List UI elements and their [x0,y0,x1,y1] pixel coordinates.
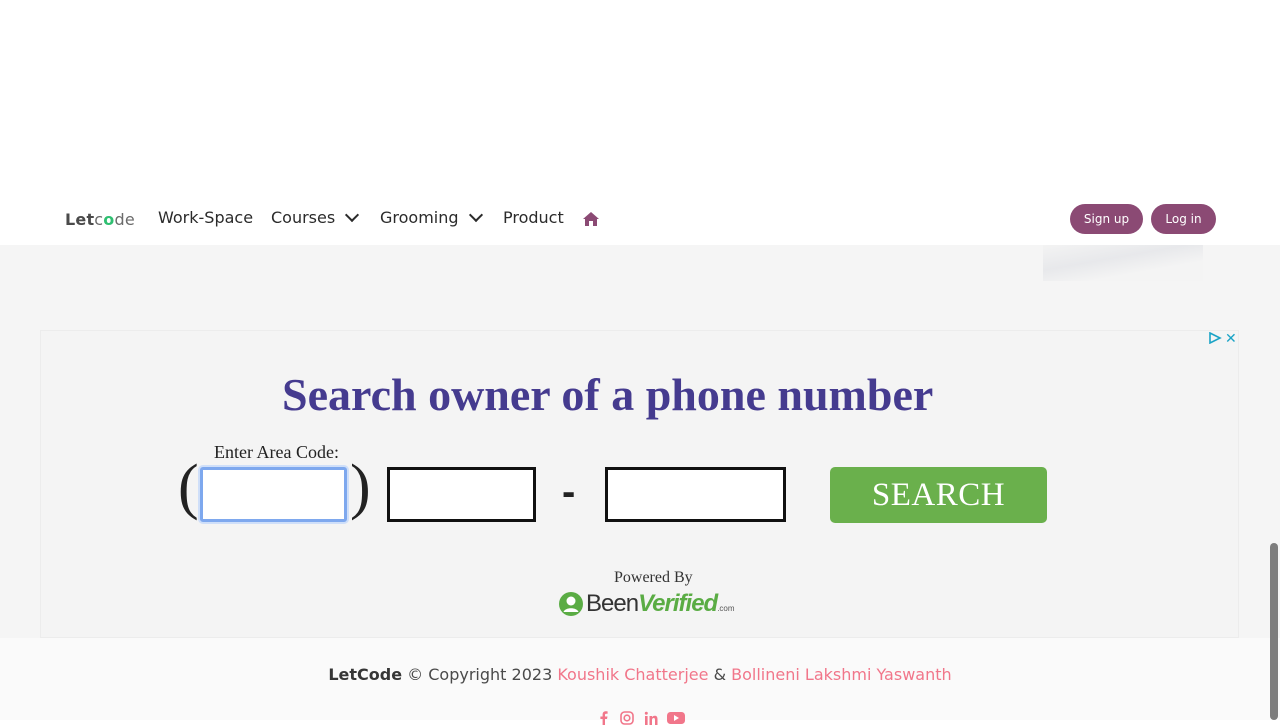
top-blank-area [0,0,1280,196]
dash-separator: - [562,470,576,514]
ad-close-icon[interactable]: ✕ [1225,331,1237,347]
area-code-input[interactable] [200,467,347,522]
home-icon[interactable] [582,211,600,227]
chevron-down-icon [345,207,360,222]
youtube-icon[interactable] [667,711,685,725]
area-code-label: Enter Area Code: [214,442,339,462]
facebook-icon[interactable] [598,711,610,725]
chevron-down-icon [468,207,483,222]
beenverified-logo[interactable]: BeenVerified.com [558,590,735,618]
powered-by-label: Powered By [614,569,693,586]
footer-copyright: LetCode © Copyright 2023 Koushik Chatter… [328,665,952,684]
faint-banner-image [1043,245,1203,281]
page-scrollbar[interactable] [1270,543,1278,720]
ad-title: Search owner of a phone number [282,369,934,420]
phone-line-input[interactable] [605,467,786,522]
signup-button[interactable]: Sign up [1070,204,1143,234]
nav-product[interactable]: Product [503,208,564,227]
search-button[interactable]: SEARCH [830,467,1047,523]
brand-logo[interactable]: Letcode [65,210,135,229]
close-paren: ) [350,453,371,521]
author-link-koushik[interactable]: Koushik Chatterjee [557,665,708,684]
user-check-icon [559,592,583,616]
instagram-icon[interactable] [620,711,634,725]
phone-prefix-input[interactable] [387,467,536,522]
adchoices-icon[interactable] [1208,332,1222,344]
nav-grooming[interactable]: Grooming [380,207,483,227]
open-paren: ( [178,453,199,521]
login-button[interactable]: Log in [1151,204,1216,234]
author-link-yaswanth[interactable]: Bollineni Lakshmi Yaswanth [731,665,952,684]
nav-courses[interactable]: Courses [271,207,360,227]
nav-work-space[interactable]: Work-Space [158,208,253,227]
linkedin-icon[interactable] [644,711,658,725]
